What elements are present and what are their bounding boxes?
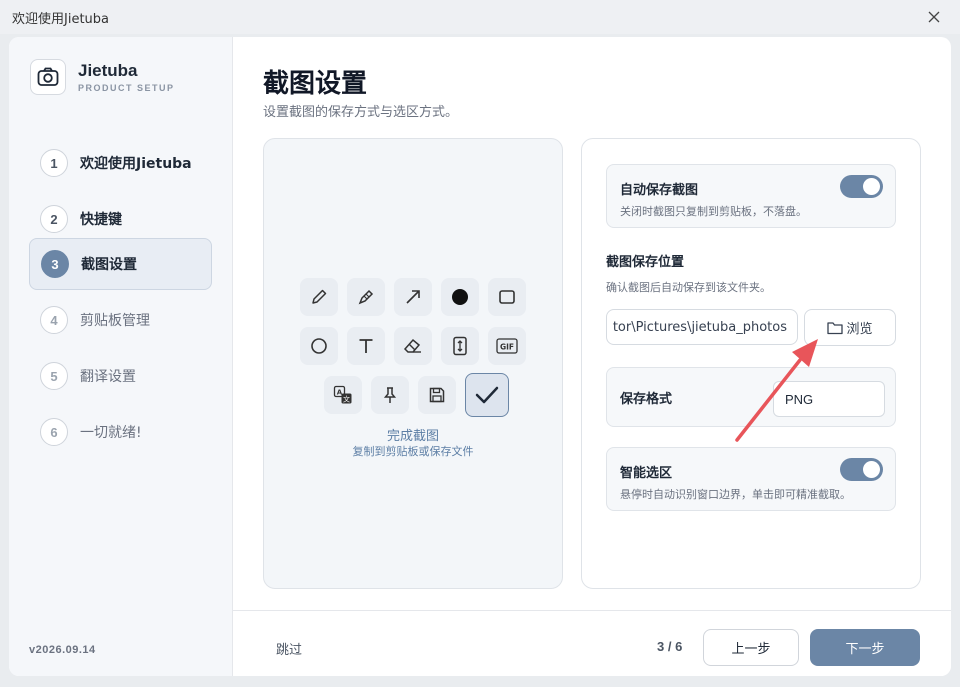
auto-save-toggle[interactable] [840,175,883,198]
auto-save-title: 自动保存截图 [620,183,699,198]
step-welcome[interactable]: 1 欢迎使用Jietuba [29,137,212,189]
step-number: 5 [40,362,68,390]
window-title: 欢迎使用Jietuba [12,11,109,27]
browse-label: 浏览 [846,322,873,337]
step-number: 6 [40,418,68,446]
version-label: v2026.09.14 [29,644,96,656]
svg-text:文: 文 [343,395,350,404]
step-translation[interactable]: 5 翻译设置 [29,350,212,402]
save-path-field[interactable]: tor\Pictures\jietuba_photos [606,309,798,345]
brand-subtitle: PRODUCT SETUP [78,83,175,93]
format-title: 保存格式 [620,392,673,407]
tool-row [300,278,526,316]
arrow-icon[interactable] [394,278,432,316]
smart-select-desc: 悬停时自动识别窗口边界，单击即可精准截取。 [620,488,851,501]
toolbar-preview: GIF A文 完成截图 复制到剪贴板或保存文件 [263,138,563,589]
step-screenshot-settings[interactable]: 3 截图设置 [29,238,212,290]
brand-name: Jietuba [78,61,138,80]
tool-row: GIF [300,327,526,365]
step-label: 一切就绪! [80,425,142,441]
camera-icon [30,59,66,95]
prev-button[interactable]: 上一步 [703,629,799,666]
checkmark-icon[interactable] [465,373,509,417]
step-label: 快捷键 [80,212,122,228]
step-number: 1 [40,149,68,177]
close-icon[interactable] [924,7,944,27]
step-label: 欢迎使用Jietuba [80,156,192,172]
done-subtitle: 复制到剪贴板或保存文件 [352,445,474,458]
scroll-capture-icon[interactable] [441,327,479,365]
skip-link[interactable]: 跳过 [276,639,302,658]
page-title: 截图设置 [263,69,368,99]
auto-save-desc: 关闭时截图只复制到剪贴板，不落盘。 [620,205,807,218]
page-subtitle: 设置截图的保存方式与选区方式。 [263,105,459,120]
main-panel: 截图设置 设置截图的保存方式与选区方式。 GIF A文 完成截图 复制到剪贴板或… [233,37,951,676]
format-select[interactable]: PNG [773,381,885,417]
format-card: 保存格式 PNG [606,367,896,427]
smart-select-toggle[interactable] [840,458,883,481]
step-label: 翻译设置 [80,369,136,385]
title-bar: 欢迎使用Jietuba [0,0,960,34]
brand: Jietuba PRODUCT SETUP [30,59,175,95]
next-button[interactable]: 下一步 [810,629,920,666]
done-title: 完成截图 [386,429,439,444]
eraser-icon[interactable] [394,327,432,365]
auto-save-card: 自动保存截图 关闭时截图只复制到剪贴板，不落盘。 [606,164,896,228]
step-clipboard[interactable]: 4 剪贴板管理 [29,294,212,346]
step-number: 2 [40,205,68,233]
translate-icon[interactable]: A文 [324,376,362,414]
step-label: 截图设置 [81,257,137,273]
sidebar: Jietuba PRODUCT SETUP 1 欢迎使用Jietuba 2 快捷… [9,37,233,676]
folder-icon [827,321,844,334]
setup-window: Jietuba PRODUCT SETUP 1 欢迎使用Jietuba 2 快捷… [9,37,951,676]
pen-icon[interactable] [300,278,338,316]
save-location-desc: 确认截图后自动保存到该文件夹。 [606,281,771,294]
gif-label: GIF [500,343,514,352]
settings-panel: 自动保存截图 关闭时截图只复制到剪贴板，不落盘。 截图保存位置 确认截图后自动保… [581,138,921,589]
smart-select-card: 智能选区 悬停时自动识别窗口边界，单击即可精准截取。 [606,447,896,511]
circle-icon[interactable] [300,327,338,365]
smart-select-title: 智能选区 [620,466,673,481]
save-location-title: 截图保存位置 [606,255,685,270]
highlighter-icon[interactable] [347,278,385,316]
text-icon[interactable] [347,327,385,365]
page-indicator: 3 / 6 [657,639,683,654]
browse-button[interactable]: 浏览 [804,309,896,346]
save-icon[interactable] [418,376,456,414]
step-ready[interactable]: 6 一切就绪! [29,406,212,458]
dot-icon[interactable] [441,278,479,316]
gif-icon[interactable]: GIF [488,327,526,365]
rectangle-icon[interactable] [488,278,526,316]
step-number: 4 [40,306,68,334]
pin-icon[interactable] [371,376,409,414]
footer: 跳过 3 / 6 上一步 下一步 [233,610,951,676]
step-number: 3 [41,250,69,278]
tool-row: A文 [324,373,509,417]
step-label: 剪贴板管理 [80,313,150,329]
